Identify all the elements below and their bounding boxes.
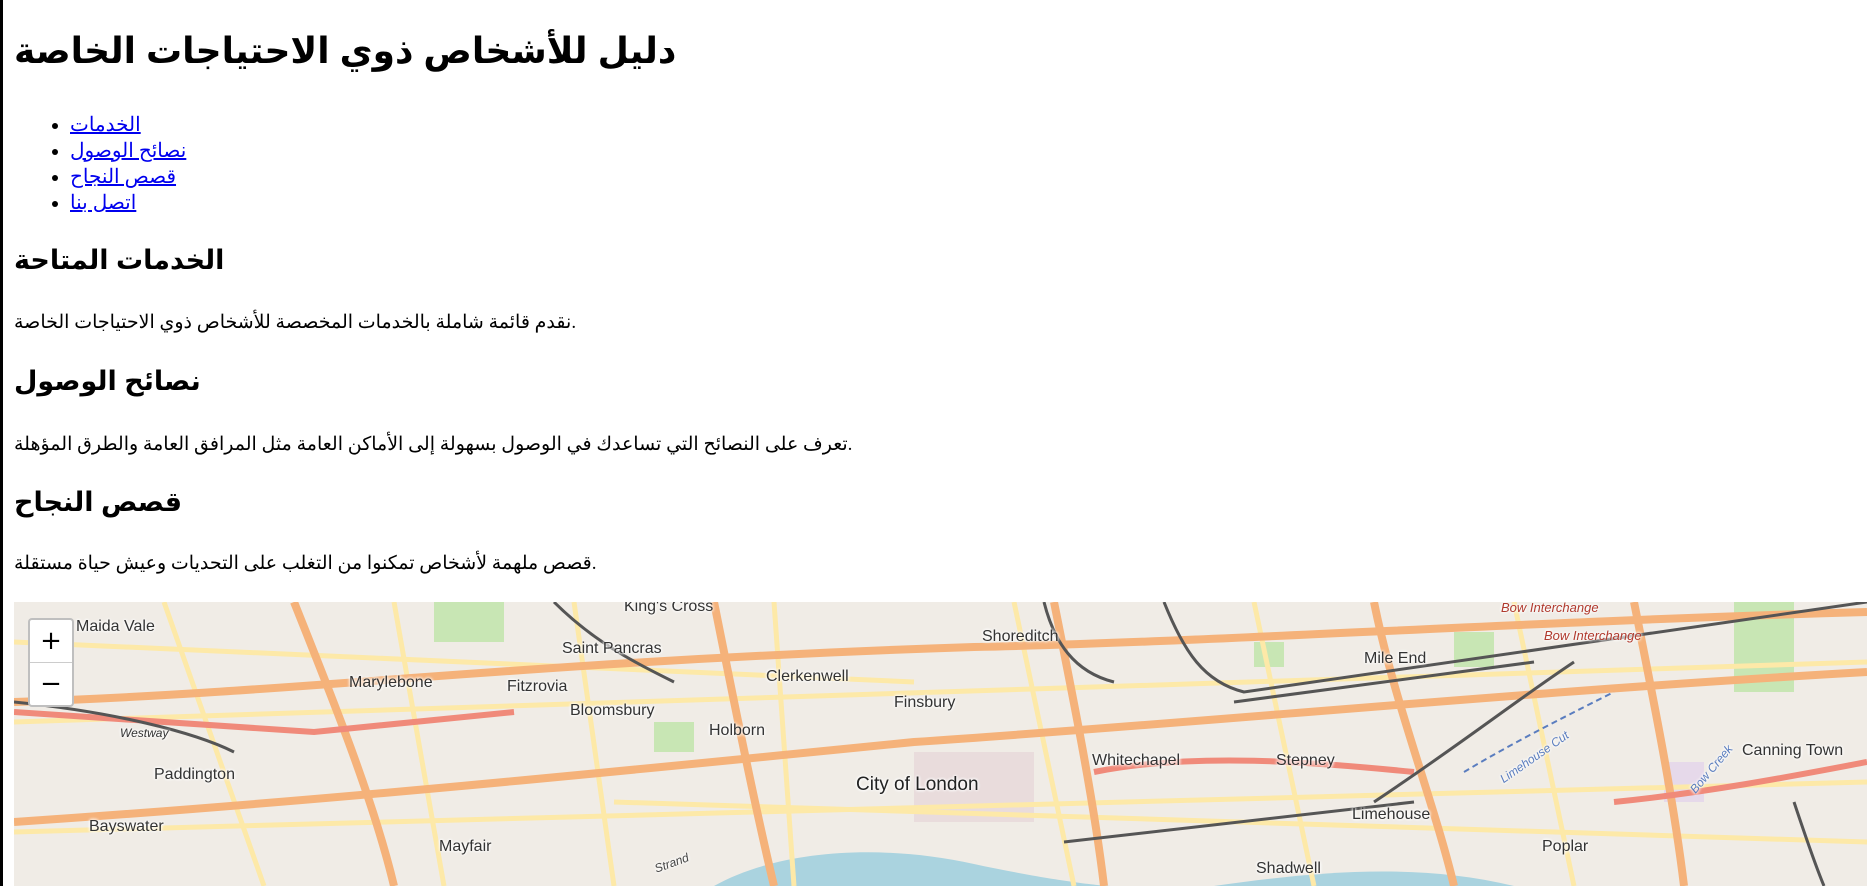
- map-container[interactable]: Maida Vale King's Cross Saint Pancras Sh…: [14, 602, 1867, 886]
- nav-item-access: نصائح الوصول: [70, 138, 186, 164]
- map-label-whitechapel: Whitechapel: [1092, 752, 1181, 769]
- map-label-westway: Westway: [120, 726, 169, 740]
- nav-link-contact[interactable]: اتصل بنا: [70, 192, 136, 214]
- zoom-out-button[interactable]: −: [30, 663, 72, 705]
- map-label-saint-pancras: Saint Pancras: [562, 640, 662, 657]
- map-label-shadwell: Shadwell: [1256, 860, 1321, 877]
- map-zoom-control: + −: [28, 618, 74, 707]
- nav-link-success-stories[interactable]: قصص النجاح: [70, 166, 176, 188]
- map-label-fitzrovia: Fitzrovia: [507, 678, 568, 695]
- map-label-shoreditch: Shoreditch: [982, 628, 1059, 645]
- map-label-finsbury: Finsbury: [894, 694, 956, 711]
- left-border: [0, 0, 3, 886]
- map-label-marylebone: Marylebone: [349, 674, 433, 691]
- map-label-mayfair: Mayfair: [439, 838, 492, 855]
- map-label-limehouse: Limehouse: [1352, 806, 1431, 823]
- main-nav: الخدمات نصائح الوصول قصص النجاح اتصل بنا: [14, 112, 186, 216]
- nav-link-access-tips[interactable]: نصائح الوصول: [70, 140, 186, 162]
- page-title: دليل للأشخاص ذوي الاحتياجات الخاصة: [14, 30, 677, 71]
- map-label-bow-interchange-1: Bow Interchange: [1501, 602, 1599, 615]
- map-label-bloomsbury: Bloomsbury: [570, 702, 655, 719]
- access-tips-heading: نصائح الوصول: [14, 366, 201, 396]
- map-tiles: [14, 602, 1867, 886]
- map-label-poplar: Poplar: [1542, 838, 1589, 855]
- nav-item-stories: قصص النجاح: [70, 164, 186, 190]
- nav-item-services: الخدمات: [70, 112, 186, 138]
- nav-item-contact: اتصل بنا: [70, 190, 186, 216]
- map-label-kings-cross: King's Cross: [624, 602, 714, 615]
- map-label-bayswater: Bayswater: [89, 818, 164, 835]
- map-label-paddington: Paddington: [154, 766, 235, 783]
- map-label-city-of-london: City of London: [856, 774, 979, 795]
- map-label-stepney: Stepney: [1276, 752, 1335, 769]
- map-label-mile-end: Mile End: [1364, 650, 1427, 667]
- services-text: نقدم قائمة شاملة بالخدمات المخصصة للأشخا…: [14, 312, 577, 333]
- map-label-clerkenwell: Clerkenwell: [766, 668, 849, 685]
- map-label-bow-interchange-2: Bow Interchange: [1544, 628, 1642, 643]
- map-label-maida-vale: Maida Vale: [76, 618, 155, 635]
- map-label-canning-town: Canning Town: [1742, 742, 1844, 759]
- zoom-in-button[interactable]: +: [30, 620, 72, 663]
- services-heading: الخدمات المتاحة: [14, 245, 225, 275]
- map-label-holborn: Holborn: [709, 722, 766, 739]
- access-tips-text: تعرف على النصائح التي تساعدك في الوصول ب…: [14, 434, 853, 455]
- nav-link-services[interactable]: الخدمات: [70, 114, 141, 136]
- success-stories-heading: قصص النجاح: [14, 487, 183, 517]
- success-stories-text: قصص ملهمة لأشخاص تمكنوا من التغلب على ال…: [14, 553, 597, 574]
